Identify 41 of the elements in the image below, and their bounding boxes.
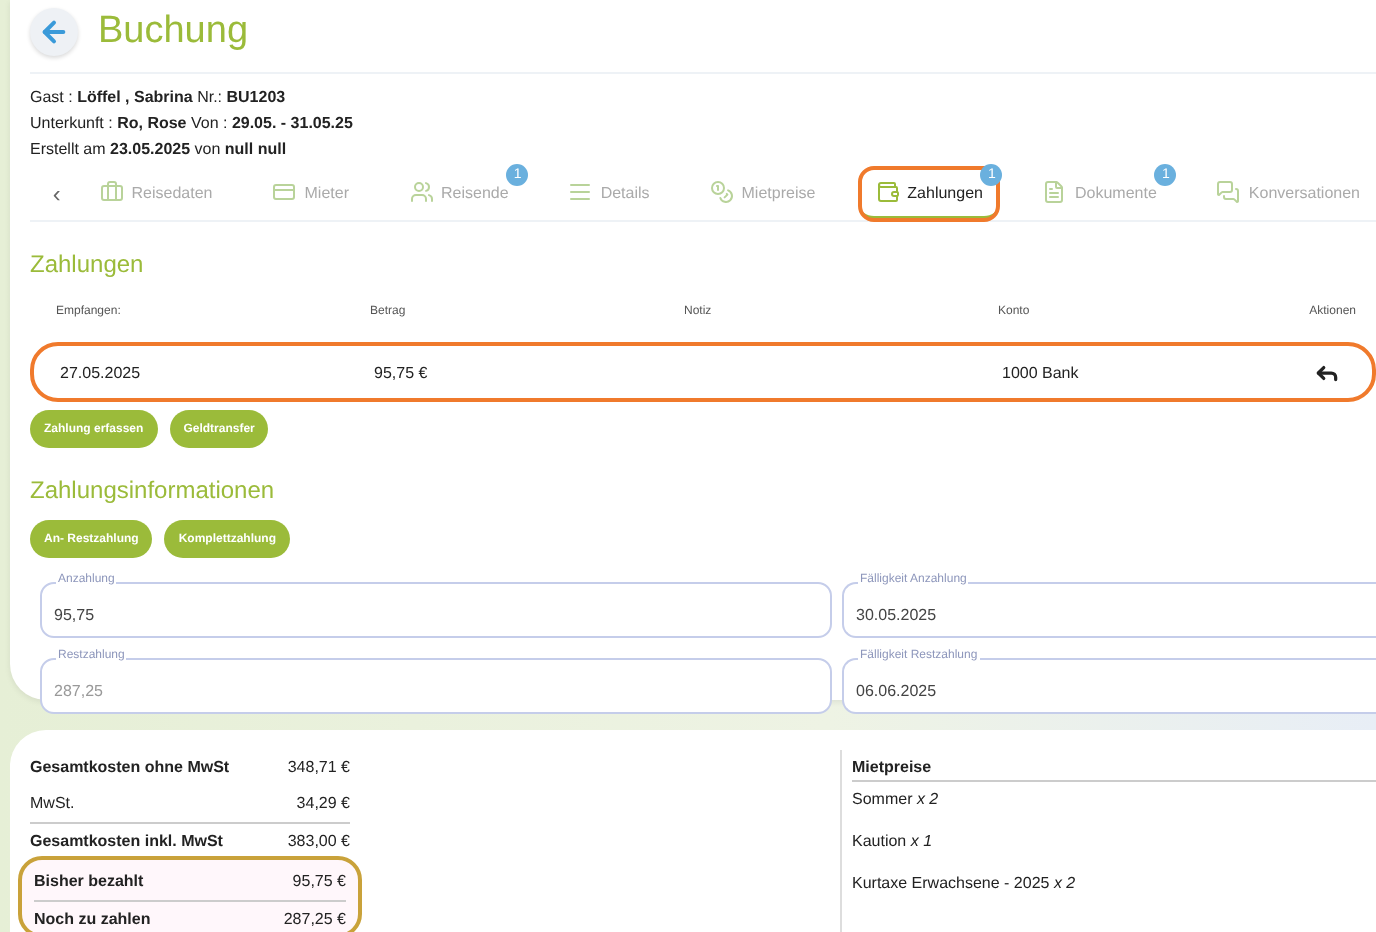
list-icon [568, 180, 593, 204]
section-title: Zahlungsinformationen [30, 476, 277, 504]
coins-icon [709, 180, 734, 204]
back-button[interactable] [30, 8, 78, 56]
booking-info: Erstellt am 23.05.2025 von null null [30, 138, 289, 160]
booking-info: Unterkunft : Ro, Rose Von : 29.05. - 31.05.25 [30, 112, 355, 134]
users-icon [409, 180, 433, 204]
table-cell-text: 1000 Bank [1002, 363, 1081, 381]
summary-value: 287,25 € [283, 909, 346, 927]
input-field[interactable]: 30.05.2025 [842, 582, 1376, 638]
tab[interactable]: Konversationen [1200, 168, 1376, 220]
briefcase-icon [99, 180, 124, 204]
price-item: Sommer x 2 [852, 790, 941, 808]
wallet-icon [875, 180, 900, 204]
input-field[interactable]: 06.06.2025 [842, 658, 1376, 714]
summary-label: Bisher bezahlt [34, 871, 144, 889]
summary-label: Noch zu zahlen [34, 909, 151, 927]
section-title: Mietpreise [852, 750, 1376, 782]
table-cell-text: 27.05.2025 [60, 363, 143, 381]
price-item: Kaution x 1 [852, 832, 935, 850]
tabs-prev-button[interactable]: ‹ [30, 180, 84, 208]
summary-value: 95,75 € [292, 871, 346, 889]
chat-icon [1216, 180, 1241, 204]
summary-label: Gesamtkosten inkl. MwSt [30, 831, 223, 849]
booking-info: Gast : Löffel , Sabrina Nr.: BU1203 [30, 86, 288, 108]
section-title: Zahlungen [30, 250, 146, 278]
tab[interactable]: Mietpreise [693, 168, 832, 220]
price-item: Kurtaxe Erwachsene - 2025 x 2 [852, 874, 1078, 892]
tab[interactable]: Details [552, 168, 666, 220]
summary-label: Gesamtkosten ohne MwSt [30, 757, 230, 775]
table-cell-text: 95,75 € [374, 363, 430, 381]
document-icon [1042, 180, 1067, 204]
summary-value: 383,00 € [287, 831, 350, 849]
summary-value: 34,29 € [296, 793, 350, 811]
summary-label: MwSt. [30, 793, 75, 811]
summary-value: 348,71 € [287, 757, 350, 775]
card-icon [272, 180, 297, 204]
tab[interactable]: Mieter [256, 168, 365, 220]
input-field[interactable]: 95,75 [40, 582, 832, 638]
page-title: Buchung [98, 10, 249, 54]
tab[interactable]: Reisedaten [83, 168, 229, 220]
